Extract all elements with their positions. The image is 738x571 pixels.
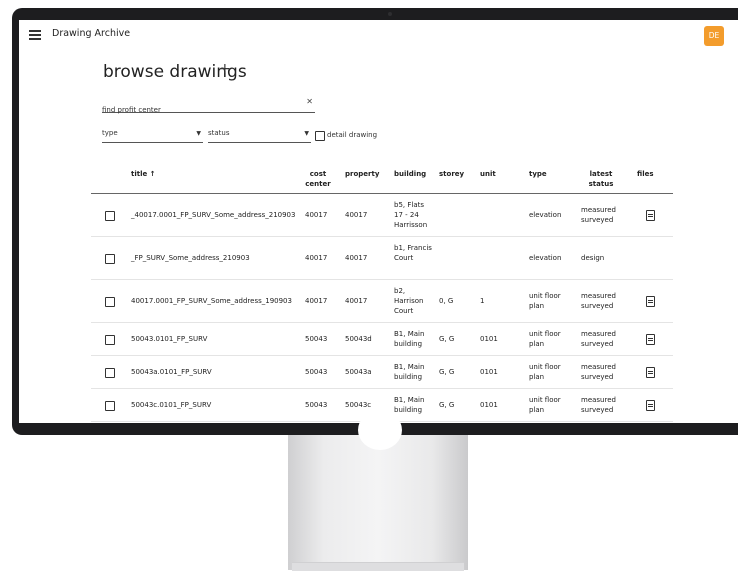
search-field[interactable]: ✕ <box>102 97 315 114</box>
dropdown-arrow-icon: ▼ <box>304 130 309 137</box>
app-bar: Drawing Archive DE <box>19 20 738 50</box>
row-unit: 1 <box>480 297 485 305</box>
row-checkbox[interactable] <box>105 368 115 378</box>
row-storey: 0, G <box>439 297 454 305</box>
monitor-stand <box>288 435 468 570</box>
row-status: measured surveyed <box>581 363 616 381</box>
column-header-building: building <box>394 170 427 178</box>
column-header-storey: storey <box>439 170 465 178</box>
row-cost-center: 50043 <box>305 335 328 343</box>
column-header-cost-center: cost center <box>305 170 331 188</box>
status-select[interactable]: status ▼ <box>208 129 311 143</box>
detail-drawing-label: detail drawing <box>327 131 378 139</box>
row-checkbox[interactable] <box>105 297 115 307</box>
row-type: unit floor plan <box>529 363 561 381</box>
row-checkbox[interactable] <box>105 211 115 221</box>
hamburger-menu-icon[interactable] <box>29 30 41 40</box>
plus-icon[interactable]: + <box>219 61 231 77</box>
row-title: 50043a.0101_FP_SURV <box>131 368 212 376</box>
row-type: elevation <box>529 254 562 262</box>
row-cost-center: 50043 <box>305 401 328 409</box>
row-type: unit floor plan <box>529 330 561 348</box>
detail-drawing-checkbox[interactable] <box>315 131 325 141</box>
row-building: b2, Harrison Court <box>394 287 424 315</box>
row-cost-center: 50043 <box>305 368 328 376</box>
file-icon[interactable] <box>646 400 655 411</box>
row-cost-center: 40017 <box>305 211 328 219</box>
close-icon[interactable]: ✕ <box>306 97 313 106</box>
row-building: B1, Main building <box>394 330 425 348</box>
row-property: 40017 <box>345 254 368 262</box>
row-checkbox[interactable] <box>105 335 115 345</box>
row-title: 50043.0101_FP_SURV <box>131 335 208 343</box>
file-icon[interactable] <box>646 367 655 378</box>
row-storey: G, G <box>439 401 455 409</box>
row-title: _FP_SURV_Some_address_210903 <box>131 254 250 262</box>
row-storey: G, G <box>439 368 455 376</box>
row-building: B1, Main building <box>394 363 425 381</box>
row-building: b1, Francis Court <box>394 244 432 262</box>
row-property: 50043d <box>345 335 372 343</box>
table-row[interactable]: _40017.0001_FP_SURV_Some_address_210903 … <box>91 194 673 237</box>
row-title: 50043c.0101_FP_SURV <box>131 401 212 409</box>
app-title: Drawing Archive <box>52 28 131 39</box>
row-storey: G, G <box>439 335 455 343</box>
row-type: unit floor plan <box>529 292 561 310</box>
column-header-files: files <box>637 170 654 178</box>
row-cost-center: 40017 <box>305 297 328 305</box>
column-header-title[interactable]: title ↑ <box>131 169 156 179</box>
column-header-unit: unit <box>480 170 496 178</box>
table-row[interactable]: 40017.0001_FP_SURV_Some_address_190903 4… <box>91 280 673 323</box>
row-status: measured surveyed <box>581 330 616 348</box>
stand-cable-hole <box>358 410 402 450</box>
row-property: 40017 <box>345 211 368 219</box>
row-cost-center: 40017 <box>305 254 328 262</box>
row-unit: 0101 <box>480 335 498 343</box>
row-unit: 0101 <box>480 368 498 376</box>
table-row[interactable]: 50043.0101_FP_SURV 50043 50043d B1, Main… <box>91 323 673 356</box>
row-checkbox[interactable] <box>105 254 115 264</box>
row-checkbox[interactable] <box>105 401 115 411</box>
file-icon[interactable] <box>646 334 655 345</box>
column-header-property: property <box>345 170 380 178</box>
column-header-type: type <box>529 170 547 178</box>
camera <box>388 12 392 16</box>
row-status: measured surveyed <box>581 292 616 310</box>
dropdown-arrow-icon: ▼ <box>196 130 201 137</box>
row-status: design <box>581 254 605 262</box>
type-select-label: type <box>102 129 118 137</box>
monitor-bezel: Drawing Archive DE browse drawings + ✕ t… <box>12 8 738 435</box>
row-property: 50043a <box>345 368 372 376</box>
column-header-latest-status: latest status <box>588 170 614 188</box>
type-select[interactable]: type ▼ <box>102 129 203 143</box>
row-building: B1, Main building <box>394 396 425 414</box>
row-status: measured surveyed <box>581 396 616 414</box>
row-title: 40017.0001_FP_SURV_Some_address_190903 <box>131 297 292 305</box>
row-property: 50043c <box>345 401 372 409</box>
table-row[interactable]: 50043a.0101_FP_SURV 50043 50043a B1, Mai… <box>91 356 673 389</box>
screen: Drawing Archive DE browse drawings + ✕ t… <box>19 20 738 423</box>
row-type: unit floor plan <box>529 396 561 414</box>
file-icon[interactable] <box>646 296 655 307</box>
status-select-label: status <box>208 129 230 137</box>
row-title: _40017.0001_FP_SURV_Some_address_210903 <box>131 211 296 219</box>
file-icon[interactable] <box>646 210 655 221</box>
search-input[interactable] <box>102 106 292 114</box>
row-property: 40017 <box>345 297 368 305</box>
row-status: measured surveyed <box>581 206 616 224</box>
row-type: elevation <box>529 211 562 219</box>
user-avatar[interactable]: DE <box>704 26 724 46</box>
row-unit: 0101 <box>480 401 498 409</box>
row-building: b5, Flats 17 - 24 Harrisson <box>394 201 428 229</box>
table-row[interactable]: _FP_SURV_Some_address_210903 40017 40017… <box>91 237 673 280</box>
